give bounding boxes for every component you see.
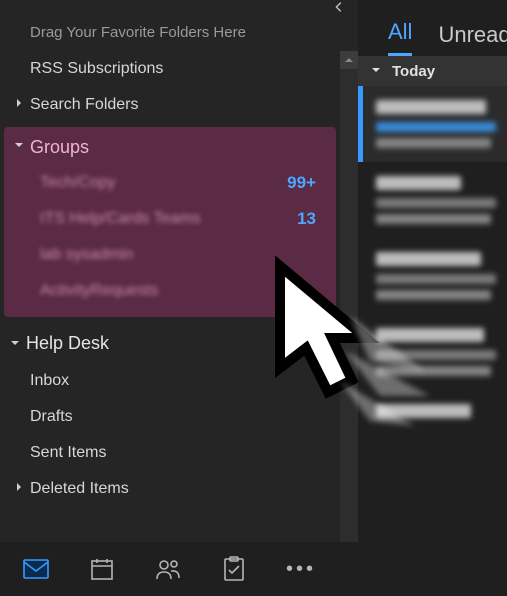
folder-label: Search Folders (30, 96, 139, 114)
group-item-count: 99+ (287, 173, 316, 193)
message-subject (376, 274, 496, 284)
message-item[interactable] (358, 238, 507, 314)
helpdesk-header[interactable]: Help Desk (0, 323, 340, 363)
group-item[interactable]: lab sysadmin (4, 237, 336, 273)
date-group-header[interactable]: Today (358, 56, 507, 86)
mail-icon[interactable] (22, 555, 50, 583)
folder-label: Deleted Items (30, 480, 129, 498)
people-icon[interactable] (154, 555, 182, 583)
tasks-icon[interactable] (220, 555, 248, 583)
message-preview (376, 138, 491, 148)
folder-label: Sent Items (30, 444, 106, 462)
message-item[interactable] (358, 162, 507, 238)
group-item-label: Tech/Copy (40, 174, 287, 192)
folder-rss-subscriptions[interactable]: RSS Subscriptions (0, 51, 340, 87)
group-item-label: lab sysadmin (40, 246, 316, 264)
message-item[interactable] (358, 314, 507, 390)
message-preview (376, 214, 491, 224)
groups-label: Groups (30, 137, 89, 158)
groups-section: Groups Tech/Copy 99+ ITS Help/Cards Team… (4, 127, 336, 317)
message-sender (376, 100, 486, 114)
chevron-down-icon (12, 138, 26, 156)
folder-search-folders[interactable]: Search Folders (0, 87, 340, 123)
scroll-up-icon[interactable] (340, 51, 358, 69)
message-item[interactable] (358, 390, 507, 440)
folder-sent-items[interactable]: Sent Items (0, 435, 340, 471)
folder-inbox[interactable]: Inbox (0, 363, 340, 399)
group-item[interactable]: ITS Help/Cards Teams 13 (4, 201, 336, 237)
chevron-right-icon (12, 96, 26, 114)
message-sender (376, 252, 481, 266)
group-item-label: ActivityRequests (40, 282, 316, 300)
tab-all[interactable]: All (388, 19, 412, 56)
filter-tabs: All Unread (358, 0, 507, 56)
sidebar-scrollbar[interactable] (340, 51, 358, 596)
calendar-icon[interactable] (88, 555, 116, 583)
date-group-label: Today (392, 63, 435, 80)
message-preview (376, 290, 491, 300)
message-sender (376, 176, 461, 190)
more-icon[interactable]: ••• (286, 558, 316, 581)
folder-label: Drafts (30, 408, 73, 426)
nav-bar: ••• (0, 542, 358, 596)
folder-tree: RSS Subscriptions Search Folders Groups … (0, 51, 358, 596)
message-preview (376, 366, 491, 376)
group-item-label: ITS Help/Cards Teams (40, 210, 297, 228)
message-subject (376, 198, 496, 208)
collapse-sidebar-icon[interactable] (332, 0, 346, 19)
message-subject (376, 350, 496, 360)
favorites-drop-hint: Drag Your Favorite Folders Here (0, 18, 358, 51)
message-item[interactable] (358, 86, 507, 162)
folder-deleted-items[interactable]: Deleted Items (0, 471, 340, 507)
group-item-count: 13 (297, 209, 316, 229)
folder-label: Inbox (30, 372, 69, 390)
group-item[interactable]: ActivityRequests (4, 273, 336, 309)
message-sender (376, 404, 471, 418)
tab-unread[interactable]: Unread (438, 22, 507, 56)
chevron-down-icon (8, 333, 22, 354)
message-pane: All Unread Today (358, 0, 507, 596)
folder-drafts[interactable]: Drafts (0, 399, 340, 435)
message-sender (376, 328, 484, 342)
helpdesk-label: Help Desk (26, 333, 109, 354)
groups-header[interactable]: Groups (4, 129, 336, 165)
folder-label: RSS Subscriptions (30, 60, 163, 78)
folder-sidebar: Drag Your Favorite Folders Here RSS Subs… (0, 0, 358, 596)
message-subject (376, 122, 496, 132)
chevron-down-icon (370, 63, 382, 80)
chevron-right-icon (12, 480, 26, 498)
group-item[interactable]: Tech/Copy 99+ (4, 165, 336, 201)
message-list (358, 86, 507, 596)
